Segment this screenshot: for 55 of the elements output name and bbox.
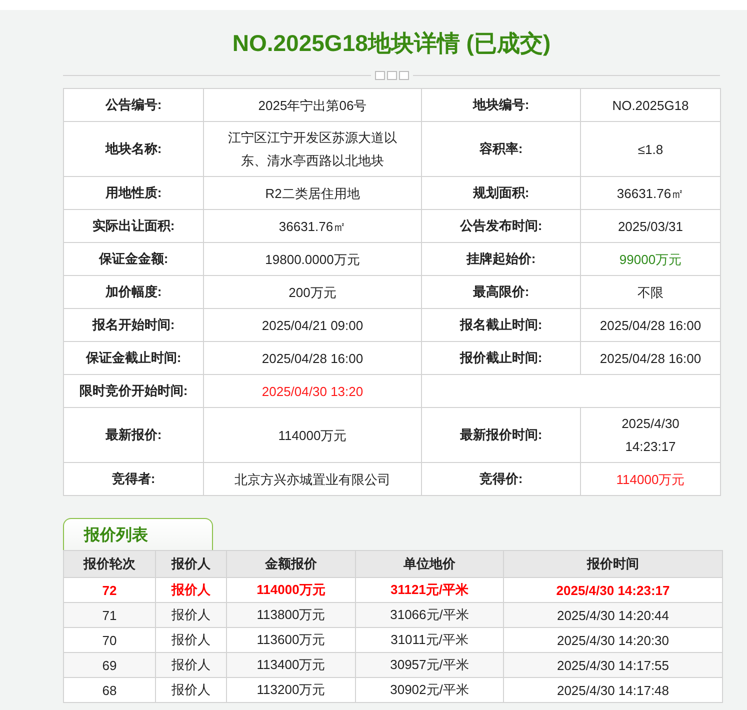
field-value: 114000万元 bbox=[204, 408, 422, 462]
field-value: 2025/04/21 09:00 bbox=[204, 308, 422, 342]
field-value: 2025/4/30 14:23:17 bbox=[580, 408, 720, 462]
field-label: 限时竞价开始时间: bbox=[64, 374, 204, 408]
field-value: 36631.76㎡ bbox=[204, 210, 422, 242]
field-label: 报名开始时间: bbox=[64, 308, 204, 342]
field-value: 2025/04/30 13:20 bbox=[204, 374, 422, 408]
column-header: 金额报价 bbox=[226, 550, 356, 578]
field-label: 规划面积: bbox=[422, 176, 580, 210]
field-value: 不限 bbox=[580, 276, 720, 308]
field-label: 用地性质: bbox=[64, 176, 204, 210]
field-value: 2025/04/28 16:00 bbox=[204, 342, 422, 374]
column-header: 报价人 bbox=[156, 550, 226, 578]
field-label: 加价幅度: bbox=[64, 276, 204, 308]
table-cell: 68 bbox=[64, 678, 156, 702]
field-value: 200万元 bbox=[204, 276, 422, 308]
field-value: 2025/04/28 16:00 bbox=[580, 308, 720, 342]
field-label: 地块名称: bbox=[64, 122, 204, 176]
page-title: NO.2025G18地块详情 (已成交) bbox=[231, 29, 552, 58]
field-label: 实际出让面积: bbox=[64, 210, 204, 242]
field-value: 2025年宁出第06号 bbox=[204, 88, 422, 122]
divider-ornament-icon bbox=[374, 70, 408, 80]
table-cell: 2025/4/30 14:17:48 bbox=[504, 678, 722, 702]
field-label: 容积率: bbox=[422, 122, 580, 176]
field-label: 保证金金额: bbox=[64, 242, 204, 276]
field-label: 最高限价: bbox=[422, 276, 580, 308]
column-header: 报价轮次 bbox=[64, 550, 156, 578]
field-label: 保证金截止时间: bbox=[64, 342, 204, 374]
field-value: 36631.76㎡ bbox=[580, 176, 720, 210]
field-value: 北京方兴亦城置业有限公司 bbox=[204, 462, 422, 496]
field-label: 竞得者: bbox=[64, 462, 204, 496]
field-value: 99000万元 bbox=[580, 242, 720, 276]
field-label: 地块编号: bbox=[422, 88, 580, 122]
field-label: 公告编号: bbox=[64, 88, 204, 122]
field-value: 2025/04/28 16:00 bbox=[580, 342, 720, 374]
field-label: 挂牌起始价: bbox=[422, 242, 580, 276]
field-label: 报价截止时间: bbox=[422, 342, 580, 374]
field-value: 2025/03/31 bbox=[580, 210, 720, 242]
field-label: 报名截止时间: bbox=[422, 308, 580, 342]
field-value: NO.2025G18 bbox=[580, 88, 720, 122]
field-label: 最新报价时间: bbox=[422, 408, 580, 462]
field-value: 114000万元 bbox=[580, 462, 720, 496]
field-label: 公告发布时间: bbox=[422, 210, 580, 242]
field-value: ≤1.8 bbox=[580, 122, 720, 176]
field-value: 19800.0000万元 bbox=[204, 242, 422, 276]
bid-list-tab[interactable]: 报价列表 bbox=[63, 518, 213, 550]
field-label: 竞得价: bbox=[422, 462, 580, 496]
column-header: 报价时间 bbox=[504, 550, 722, 578]
table-cell: 113200万元 bbox=[226, 678, 356, 702]
column-header: 单位地价 bbox=[356, 550, 504, 578]
table-cell: 30902元/平米 bbox=[356, 678, 504, 702]
table-cell: 报价人 bbox=[156, 678, 226, 702]
field-label: 最新报价: bbox=[64, 408, 204, 462]
field-value: 江宁区江宁开发区苏源大道以东、清水亭西路以北地块 bbox=[204, 122, 422, 176]
field-value: R2二类居住用地 bbox=[204, 176, 422, 210]
